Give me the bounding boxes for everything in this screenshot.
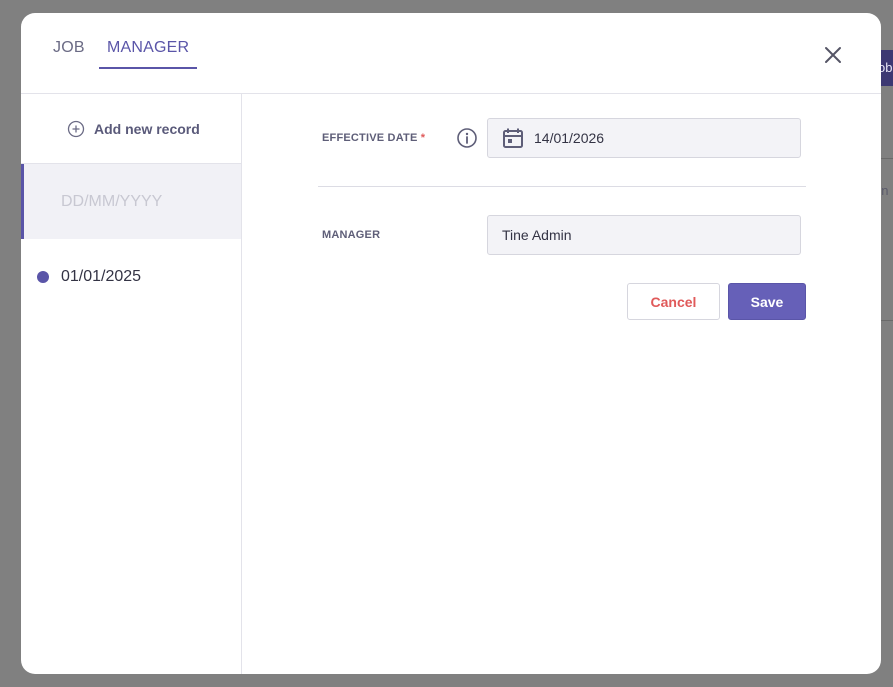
record-form: EFFECTIVE DATE * 14/01/2026 MANAGER Tine… [242,94,881,674]
info-icon[interactable] [456,127,478,149]
form-divider [318,186,806,187]
calendar-icon [503,128,523,148]
modal-header: JOB MANAGER [21,13,881,94]
add-new-record-button[interactable]: Add new record [67,118,200,140]
background-divider [880,158,893,159]
manager-value: Tine Admin [502,227,572,243]
manager-field[interactable]: Tine Admin [487,215,801,255]
record-sidebar: Add new record DD/MM/YYYY 01/01/2025 [21,94,242,674]
save-button[interactable]: Save [728,283,806,320]
effective-date-label: EFFECTIVE DATE * [322,132,426,144]
add-circle-icon [67,120,85,138]
close-button[interactable] [821,43,845,67]
record-item[interactable]: 01/01/2025 [21,264,241,290]
record-dot [37,271,49,283]
effective-date-value: 14/01/2026 [534,130,605,146]
effective-date-field[interactable]: 14/01/2026 [487,118,801,158]
close-icon [825,47,841,63]
required-mark: * [420,132,426,144]
history-modal: JOB MANAGER Add new record DD/MM/YYYY 01… [21,13,881,674]
manager-label: MANAGER [322,229,381,241]
record-date: 01/01/2025 [61,268,142,285]
new-record-item[interactable]: DD/MM/YYYY [21,164,241,239]
background-divider [880,320,893,321]
tab-manager[interactable]: MANAGER [99,39,198,69]
tab-job[interactable]: JOB [53,39,85,69]
cancel-button[interactable]: Cancel [627,283,720,320]
add-new-record-label: Add new record [94,121,200,137]
